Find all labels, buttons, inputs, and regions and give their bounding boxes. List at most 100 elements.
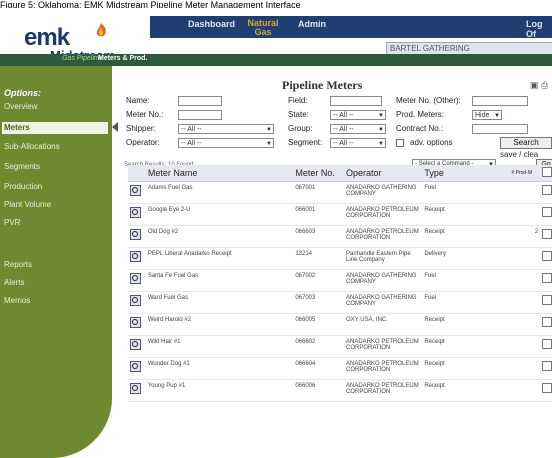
meter-name-cell[interactable]: Adams Fuel Gas bbox=[145, 181, 294, 204]
meter-name-cell[interactable]: Google Eye 2-U bbox=[145, 203, 294, 226]
nav-natural-gas[interactable]: Natural Gas bbox=[246, 19, 280, 37]
view-cell[interactable] bbox=[128, 247, 146, 270]
meter-name-cell[interactable]: Wunder Dog #1 bbox=[145, 357, 294, 380]
magnifier-icon[interactable] bbox=[130, 229, 141, 240]
row-select-cell[interactable] bbox=[540, 181, 552, 204]
row-checkbox[interactable] bbox=[542, 185, 552, 195]
row-select-cell[interactable] bbox=[540, 247, 552, 270]
row-checkbox[interactable] bbox=[542, 273, 552, 283]
table-row[interactable]: Young Pup #1 066006 ANADARKO PETROLEUM COR… bbox=[128, 379, 552, 402]
sidebar-item-pvr[interactable]: PVR bbox=[4, 218, 20, 227]
view-cell[interactable] bbox=[128, 291, 146, 314]
row-select-cell[interactable] bbox=[540, 313, 552, 336]
table-row[interactable]: Ward Fuel Gas 067003 ANADARKO GATHERING CO… bbox=[128, 291, 552, 314]
row-checkbox[interactable] bbox=[542, 229, 552, 239]
meter-no-input[interactable] bbox=[178, 110, 222, 120]
row-checkbox[interactable] bbox=[542, 251, 552, 261]
prod-meters-select[interactable]: Hide ▼ bbox=[472, 110, 502, 120]
meter-name-cell[interactable]: Santa Fe Fuel Gas bbox=[145, 269, 294, 292]
magnifier-icon[interactable] bbox=[130, 207, 141, 218]
view-cell[interactable] bbox=[128, 203, 146, 226]
meter-name-cell[interactable]: Ward Fuel Gas bbox=[145, 291, 294, 314]
segment-select[interactable]: -- All -- ▼ bbox=[330, 138, 386, 148]
operator-select[interactable]: -- All -- ▼ bbox=[178, 138, 274, 148]
meter-name-cell[interactable]: Wild Hair #1 bbox=[145, 335, 294, 358]
row-checkbox[interactable] bbox=[542, 317, 552, 327]
row-select-cell[interactable] bbox=[540, 335, 552, 358]
magnifier-icon[interactable] bbox=[130, 295, 141, 306]
type-header[interactable]: Type bbox=[422, 165, 504, 182]
table-row[interactable]: PEPL Liberal Anadarko Receipt 13214 Panhan… bbox=[128, 247, 552, 270]
sidebar-item-overview[interactable]: Overview bbox=[4, 102, 37, 111]
table-row[interactable]: Wild Hair #1 066602 ANADARKO PETROLEUM COR… bbox=[128, 335, 552, 358]
state-select[interactable]: -- All -- ▼ bbox=[330, 110, 386, 120]
shipper-select[interactable]: -- All -- ▼ bbox=[178, 124, 274, 134]
magnifier-icon[interactable] bbox=[130, 317, 141, 328]
meter-other-input[interactable] bbox=[472, 96, 528, 106]
meter-name-cell[interactable]: Young Pup #1 bbox=[145, 379, 294, 402]
sidebar-item-plant-volume[interactable]: Plant Volume bbox=[4, 200, 51, 209]
view-cell[interactable] bbox=[128, 269, 146, 292]
row-checkbox[interactable] bbox=[542, 339, 552, 349]
nav-logoff[interactable]: Log Of bbox=[526, 19, 552, 39]
magnifier-icon[interactable] bbox=[130, 251, 141, 262]
sidebar-item-segments[interactable]: Segments bbox=[4, 162, 40, 171]
row-select-cell[interactable] bbox=[540, 357, 552, 380]
table-row[interactable]: Adams Fuel Gas 067001 ANADARKO GATHERING C… bbox=[128, 181, 552, 204]
save-clear-link[interactable]: save / clea bbox=[500, 150, 538, 159]
sidebar-item-alerts[interactable]: Alerts bbox=[4, 278, 24, 287]
magnifier-icon[interactable] bbox=[130, 383, 141, 394]
row-select-cell[interactable] bbox=[540, 269, 552, 292]
row-select-cell[interactable] bbox=[540, 379, 552, 402]
select-all-checkbox[interactable] bbox=[542, 167, 552, 177]
adv-options-label[interactable]: adv. options bbox=[410, 138, 453, 147]
meter-name-cell[interactable]: Old Dog #2 bbox=[145, 225, 294, 248]
group-select[interactable]: -- All -- ▼ bbox=[330, 124, 386, 134]
magnifier-icon[interactable] bbox=[130, 339, 141, 350]
meter-name-header[interactable]: Meter Name bbox=[145, 165, 294, 182]
sidebar-item-sub-allocations[interactable]: Sub-Allocations bbox=[4, 142, 60, 151]
magnifier-icon[interactable] bbox=[130, 185, 141, 196]
meter-name-cell[interactable]: Weird Harold #2 bbox=[145, 313, 294, 336]
sidebar-item-memos[interactable]: Memos bbox=[4, 296, 30, 305]
row-select-cell[interactable] bbox=[540, 225, 552, 248]
print-icon[interactable]: ⎙ bbox=[541, 80, 548, 90]
meter-no-header[interactable]: Meter No. bbox=[293, 165, 345, 182]
view-cell[interactable] bbox=[128, 313, 146, 336]
nav-dashboard[interactable]: Dashboard bbox=[188, 19, 235, 29]
row-checkbox[interactable] bbox=[542, 207, 552, 217]
sidebar-item-reports[interactable]: Reports bbox=[4, 260, 32, 269]
table-row[interactable]: Santa Fe Fuel Gas 067002 ANADARKO GATHERIN… bbox=[128, 269, 552, 292]
breadcrumb-section[interactable]: Gas Pipeline bbox=[62, 55, 102, 62]
view-cell[interactable] bbox=[128, 225, 146, 248]
view-cell[interactable] bbox=[128, 379, 146, 402]
magnifier-icon[interactable] bbox=[130, 361, 141, 372]
prod-meters-header[interactable]: # Prod-M bbox=[503, 165, 541, 182]
sidebar-item-meters[interactable]: Meters bbox=[2, 122, 108, 134]
nav-admin[interactable]: Admin bbox=[298, 19, 326, 29]
sidebar-item-production[interactable]: Production bbox=[4, 182, 42, 191]
name-input[interactable] bbox=[178, 96, 222, 106]
view-cell[interactable] bbox=[128, 181, 146, 204]
view-cell[interactable] bbox=[128, 357, 146, 380]
export-icon[interactable]: ▣ bbox=[530, 80, 539, 90]
row-select-cell[interactable] bbox=[540, 203, 552, 226]
table-row[interactable]: Google Eye 2-U 066001 ANADARKO PETROLEUM C… bbox=[128, 203, 552, 226]
field-input[interactable] bbox=[330, 96, 382, 106]
row-checkbox[interactable] bbox=[542, 361, 552, 371]
table-row[interactable]: Wunder Dog #1 066604 ANADARKO PETROLEUM CO… bbox=[128, 357, 552, 380]
table-row[interactable]: Old Dog #2 066603 ANADARKO PETROLEUM CORPO… bbox=[128, 225, 552, 248]
table-row[interactable]: Weird Harold #2 066005 OXY USA, INC. Receip… bbox=[128, 313, 552, 336]
row-checkbox[interactable] bbox=[542, 383, 552, 393]
view-cell[interactable] bbox=[128, 335, 146, 358]
adv-options-checkbox[interactable] bbox=[396, 139, 404, 147]
operator-value: -- All -- bbox=[181, 140, 202, 147]
row-checkbox[interactable] bbox=[542, 295, 552, 305]
search-button[interactable]: Search bbox=[500, 137, 552, 149]
meter-name-cell[interactable]: PEPL Liberal Anadarko Receipt bbox=[145, 247, 294, 270]
operator-header[interactable]: Operator bbox=[344, 165, 423, 182]
contract-no-input[interactable] bbox=[472, 124, 528, 134]
magnifier-icon[interactable] bbox=[130, 273, 141, 284]
row-select-cell[interactable] bbox=[540, 291, 552, 314]
select-all-header[interactable] bbox=[540, 165, 552, 182]
